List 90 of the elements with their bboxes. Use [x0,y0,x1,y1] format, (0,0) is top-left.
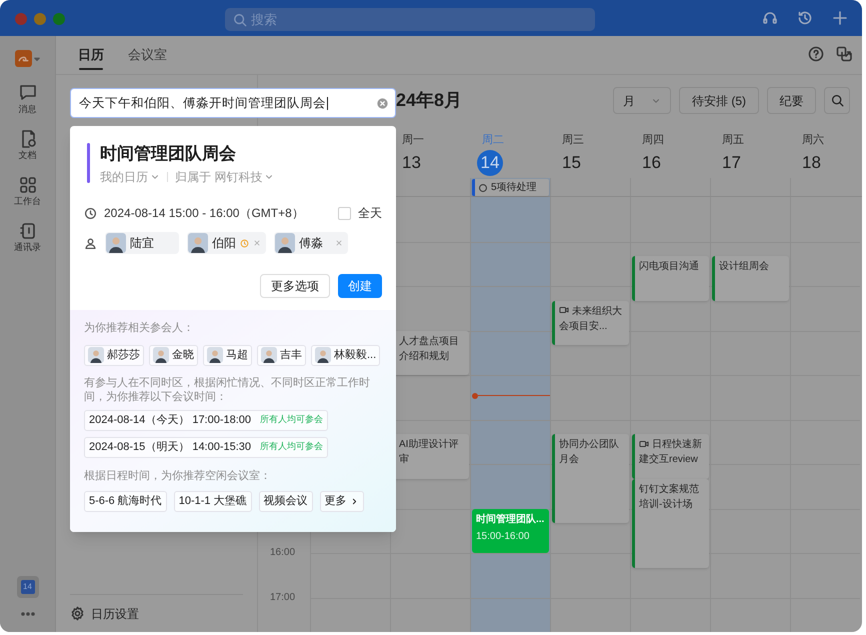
settings-link[interactable]: 日历设置 [70,604,139,622]
accent-bar [87,143,90,183]
section-label: 为你推荐相关参会人： [84,320,195,336]
attendee-chip[interactable]: 伯阳 [187,232,266,254]
weekday-label: 周四 [642,133,665,147]
suggested-person-chip[interactable]: 郝莎莎 [84,344,144,366]
avatar-icon [261,347,277,363]
video-icon [639,438,649,449]
input-field[interactable]: 今天下午和伯阳、傅淼开时间管理团队周会 [70,88,396,118]
room-chip[interactable]: 5-6-6 航海时代 [84,491,167,512]
suggested-person-chip[interactable]: 金晓 [149,344,198,366]
grid-icon [18,175,38,195]
time-label: 16:00 [270,547,296,559]
room-chip[interactable]: 10-1-1 大堡礁 [174,491,252,512]
circle-icon [478,182,488,192]
event-block[interactable]: 钉钉文案规范培训-设计场 [632,478,709,568]
date-number[interactable]: 15 [562,150,630,176]
sidebar-item[interactable]: 文档 [18,129,38,161]
headset-icon[interactable] [762,10,778,26]
minimize-button[interactable] [34,13,46,25]
avatar-icon [315,347,331,363]
task-event[interactable]: 5项待处理 [472,179,549,196]
time-suggestion[interactable]: 2024-08-14（今天） 17:00-18:00 所有人均可参会 [84,410,328,430]
more-icon[interactable] [20,612,34,616]
attendee-chip[interactable]: 傅淼 [274,232,348,254]
attendee-chip[interactable]: 陆宜 [105,232,179,254]
clock-icon [84,206,97,220]
section-label: 根据日程时间，为你推荐空闲会议室： [84,468,272,484]
event-block[interactable]: 闪电项目沟通 [632,256,709,301]
history-icon[interactable] [797,10,813,26]
event-time[interactable]: 2024-08-14 15:00 - 16:00（GMT+8） [104,204,338,222]
external-window-icon[interactable] [836,46,852,62]
people-icon [84,236,97,250]
settings-icon [70,606,85,621]
date-number[interactable]: 13 [402,150,470,176]
search-icon [830,94,844,107]
video-icon [559,305,569,316]
avatar-icon [275,233,295,253]
search-button[interactable] [824,87,850,114]
app-logo-icon[interactable] [15,50,32,67]
weekday-label: 周五 [722,133,745,147]
more-rooms-button[interactable]: 更多 [320,491,364,512]
caret-icon [34,56,40,62]
time-suggestion[interactable]: 2024-08-15（明天） 14:00-15:30 所有人均可参会 [84,436,328,458]
add-icon[interactable] [832,10,848,26]
suggested-person-chip[interactable]: 马超 [203,344,252,366]
avatar-icon [207,347,223,363]
suggested-person-chip[interactable]: 吉丰 [257,344,306,366]
event-block[interactable]: 未来组织大会项目安... [552,300,629,346]
checkbox[interactable] [338,206,351,220]
notes-button[interactable]: 纪要 [767,87,816,114]
event-block[interactable]: 协同办公团队月会 [552,434,629,524]
suggested-person-chip[interactable]: 林毅毅... [311,344,380,366]
avatar-icon [106,233,126,253]
date-number[interactable]: 18 [802,150,860,176]
unscheduled-button[interactable]: 待安排 (5) [679,87,759,114]
weekday-label: 周一 [402,133,425,147]
avatar-icon [188,233,208,253]
contacts-icon [18,221,38,241]
event-block[interactable]: 日程快速新建交互review [632,434,709,479]
tab[interactable]: 日历 [76,35,106,74]
weekday-label: 周三 [562,133,585,147]
date-number[interactable]: 17 [722,150,790,176]
weekday-label: 周二 [482,133,505,147]
help-icon[interactable] [808,46,824,62]
section-label: 有参与人在不同时区，根据闲忙情况、不同时区正常工作时间，为你推荐以下会议时间： [84,376,371,404]
time-label: 17:00 [270,592,296,604]
close-icon[interactable] [335,239,343,247]
date-number[interactable]: 16 [642,150,710,176]
sidebar-item[interactable]: 工作台 [14,175,41,207]
more-options-button[interactable]: 更多选项 [260,274,330,298]
event-block[interactable]: 设计组周会 [712,256,789,301]
sidebar-item[interactable]: 消息 [18,83,38,115]
sidebar-item[interactable]: 通讯录 [14,221,41,253]
close-icon[interactable] [253,239,261,247]
room-chip[interactable]: 视频会议 [258,491,313,512]
chat-icon [18,83,38,103]
clear-icon[interactable] [377,98,388,108]
date-number[interactable]: 14 [477,150,503,176]
avatar-icon [153,347,169,363]
search-icon [233,12,247,26]
create-button[interactable]: 创建 [338,274,382,298]
month-title: 24年8月 [396,89,462,112]
tab[interactable]: 会议室 [126,35,169,74]
event-title: 时间管理团队周会 [100,143,237,165]
checkbox-label: 全天 [358,205,382,222]
calendar-app-button[interactable]: 14 [16,576,38,598]
avatar-icon [88,347,104,363]
view-dropdown[interactable]: 月 [613,87,671,114]
weekday-label: 周六 [802,133,825,147]
